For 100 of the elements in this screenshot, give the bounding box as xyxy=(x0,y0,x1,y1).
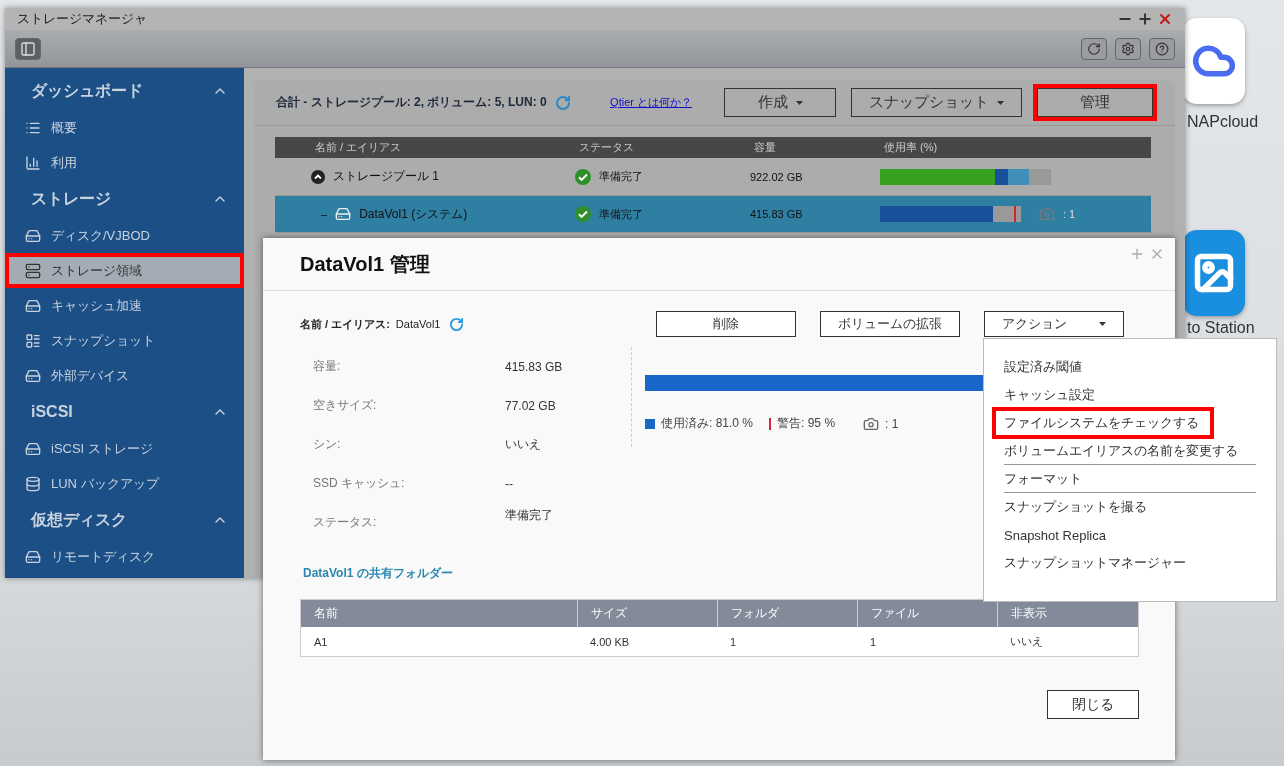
dialog-title: DataVol1 管理 xyxy=(300,251,430,277)
sidebar-item[interactable]: ストレージ領域 xyxy=(5,253,244,288)
column-header: サイズ xyxy=(577,600,717,627)
menu-item[interactable]: ボリュームエイリアスの名前を変更する xyxy=(1004,437,1256,465)
menu-item[interactable]: スナップショットマネージャー xyxy=(1004,549,1256,577)
check-icon xyxy=(575,206,591,222)
detail-value: 415.83 GB xyxy=(505,359,564,374)
menu-item[interactable]: キャッシュ設定 xyxy=(1004,381,1256,409)
sidebar-item[interactable]: LUN バックアップ xyxy=(5,466,244,501)
sidebar-item[interactable]: ディスク/VJBOD xyxy=(5,218,244,253)
nav-icon xyxy=(25,475,41,492)
camera-icon xyxy=(863,415,880,432)
sidebar-section-title[interactable]: ダッシュボード xyxy=(31,80,143,102)
camera-icon xyxy=(1039,206,1055,222)
table-cell: 1 xyxy=(857,627,997,656)
help-icon xyxy=(1155,41,1169,56)
nav-icon xyxy=(25,154,41,171)
table-cell: 1 xyxy=(717,627,857,656)
sidebar-item[interactable]: スナップショット xyxy=(5,323,244,358)
cloud-app-icon[interactable] xyxy=(1183,18,1245,104)
refresh-icon[interactable] xyxy=(448,316,464,332)
detail-label: 空きサイズ: xyxy=(313,397,378,414)
legend-used: 使用済み: 81.0 % xyxy=(661,415,754,432)
summary-text: 合計 - ストレージプール: 2, ボリューム: 5, LUN: 0 xyxy=(276,94,547,111)
toolbar-button[interactable]: 作成 xyxy=(724,88,836,117)
status-text: 準備完了 xyxy=(599,206,643,222)
column-header: 使用率 (%) xyxy=(884,140,939,155)
nav-icon xyxy=(25,367,41,384)
legend-warning: 警告: 95 % xyxy=(777,415,836,432)
menu-item[interactable]: ファイルシステムをチェックする xyxy=(994,409,1212,437)
menu-item[interactable]: フォーマット xyxy=(1004,465,1256,493)
detail-label: SSD キャッシュ: xyxy=(313,475,406,492)
detail-value: -- xyxy=(505,476,514,491)
menu-item[interactable]: 設定済み閾値 xyxy=(1004,353,1256,381)
panel-icon xyxy=(20,40,36,57)
name-value: DataVol1 xyxy=(395,318,441,330)
window-title: ストレージマネージャ xyxy=(17,10,147,28)
sidebar-item[interactable]: 概要 xyxy=(5,110,244,145)
sidebar-item[interactable]: 利用 xyxy=(5,145,244,180)
nav-icon xyxy=(25,548,41,565)
close-button[interactable]: 閉じる xyxy=(1047,690,1139,719)
action-button[interactable]: アクション xyxy=(984,311,1124,337)
snapshot-count: : 1 xyxy=(1063,208,1076,220)
capacity-cell-text: 415.83 GB xyxy=(750,208,804,220)
column-header: 名前 xyxy=(301,600,577,627)
shared-folders-title: DataVol1 の共有フォルダー xyxy=(303,565,454,582)
check-icon xyxy=(575,168,591,185)
menu-item[interactable]: Snapshot Replica xyxy=(1004,521,1256,549)
sidebar-section-title[interactable]: iSCSI xyxy=(31,403,73,421)
sidebar-section-title[interactable]: ストレージ xyxy=(31,188,111,210)
app-label: to Station xyxy=(1187,320,1255,336)
volume-icon xyxy=(335,206,352,222)
detail-label: 容量: xyxy=(313,358,342,375)
action-button[interactable]: ボリュームの拡張 xyxy=(820,311,960,337)
sidebar-toggle-button[interactable] xyxy=(15,37,41,60)
detail-value: いいえ xyxy=(505,436,542,453)
nav-icon xyxy=(25,332,41,349)
table-cell: 4.00 KB xyxy=(577,627,717,656)
help-button[interactable] xyxy=(1149,37,1175,60)
detail-label: シン: xyxy=(313,436,342,453)
detail-label: ステータス: xyxy=(313,514,378,531)
settings-button[interactable] xyxy=(1115,37,1141,60)
tree-dash: – xyxy=(321,208,328,220)
row-name: ストレージプール 1 xyxy=(333,168,439,185)
column-header: 非表示 xyxy=(997,600,1138,627)
qtier-link[interactable]: Qtier とは何か？ xyxy=(610,95,692,110)
nav-icon xyxy=(25,262,41,279)
toolbar-button[interactable]: スナップショット xyxy=(851,88,1022,117)
detail-value: 準備完了 xyxy=(505,507,554,524)
legend-swatch xyxy=(645,418,655,429)
table-cell: いいえ xyxy=(997,627,1138,656)
collapse-icon[interactable] xyxy=(311,169,325,184)
column-header: 名前 / エイリアス xyxy=(315,140,403,155)
snapshot-count: : 1 xyxy=(885,416,899,431)
app-label: NAPcloud xyxy=(1187,114,1259,130)
sidebar-section-title[interactable]: 仮想ディスク xyxy=(31,509,127,531)
column-header: 容量 xyxy=(754,140,777,155)
nav-icon xyxy=(25,440,41,457)
nav-icon xyxy=(25,227,41,244)
sidebar-item[interactable]: リモートディスク xyxy=(5,539,244,574)
legend-warning-mark xyxy=(769,417,772,430)
column-header: フォルダ xyxy=(717,600,857,627)
table-row[interactable]: – DataVol1 (システム) 準備完了 415.83 GB : 1 xyxy=(275,196,1151,233)
row-name: DataVol1 (システム) xyxy=(359,205,468,223)
capacity-cell-text: 922.02 GB xyxy=(750,170,804,183)
settings-icon xyxy=(1121,41,1135,56)
table-cell: A1 xyxy=(301,627,577,656)
sidebar-item[interactable]: 外部デバイス xyxy=(5,358,244,393)
sidebar-item[interactable]: キャッシュ加速 xyxy=(5,288,244,323)
photo-app-icon[interactable] xyxy=(1183,230,1245,316)
sidebar-item[interactable]: iSCSI ストレージ xyxy=(5,431,244,466)
menu-item[interactable]: スナップショットを撮る xyxy=(1004,493,1256,521)
status-text: 準備完了 xyxy=(599,169,643,184)
maximize-icon[interactable] xyxy=(1137,11,1153,27)
close-icon[interactable] xyxy=(1157,11,1173,27)
detail-value: 77.02 GB xyxy=(505,398,557,413)
column-header: ステータス xyxy=(579,140,635,155)
column-header: ファイル xyxy=(857,600,997,627)
name-label: 名前 / エイリアス: xyxy=(300,316,390,332)
action-button[interactable]: 削除 xyxy=(656,311,796,337)
